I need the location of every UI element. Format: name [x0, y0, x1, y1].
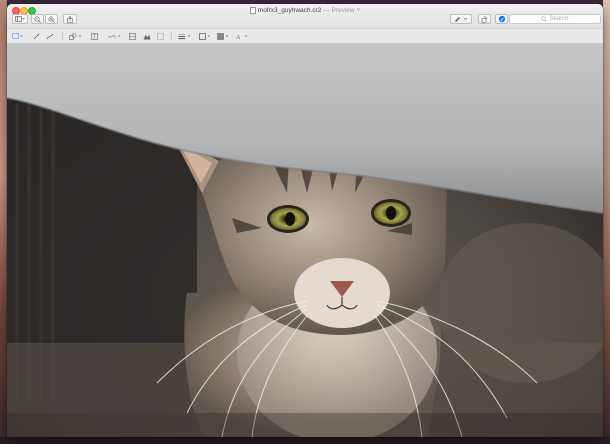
- image-viewer[interactable]: [7, 43, 603, 437]
- search-input[interactable]: Search: [509, 14, 601, 24]
- shape-style-tool[interactable]: [176, 31, 194, 41]
- preview-window: mofrx3_guyhwach.cr2 — Preview ˅ Search T…: [7, 4, 603, 437]
- signature-icon: [108, 34, 121, 38]
- sidebar-icon: [15, 16, 25, 22]
- shapes-tool[interactable]: [67, 31, 85, 41]
- svg-text:A: A: [236, 34, 240, 40]
- sidebar-toggle-button[interactable]: [12, 14, 28, 24]
- rotate-icon: [481, 15, 488, 23]
- window-title-app: — Preview ˅: [323, 7, 361, 15]
- adjust-size-tool[interactable]: [127, 31, 137, 41]
- search-placeholder: Search: [549, 16, 569, 22]
- instant-alpha-tool[interactable]: [31, 31, 41, 41]
- border-color-tool[interactable]: [197, 31, 213, 41]
- pen-icon: [455, 17, 468, 22]
- markup-toolbox-icon: [498, 15, 505, 23]
- document-icon: [249, 7, 256, 14]
- toolbar-divider: [171, 32, 172, 40]
- sign-tool[interactable]: [106, 31, 124, 41]
- rect-selection-icon: [12, 32, 23, 39]
- desktop-background-right: [603, 0, 610, 444]
- zoom-in-button[interactable]: [45, 14, 58, 24]
- adjust-color-tool[interactable]: [141, 31, 153, 41]
- share-icon: [67, 15, 73, 23]
- rect-selection-tool[interactable]: [11, 31, 25, 41]
- adjust-color-icon: [143, 34, 151, 39]
- search-icon: [541, 16, 548, 22]
- text-style-icon: A: [236, 34, 247, 40]
- markup-toolbar: T A: [7, 28, 603, 44]
- zoom-out-button[interactable]: [31, 14, 44, 24]
- title-bar[interactable]: mofrx3_guyhwach.cr2 — Preview ˅ Search: [7, 4, 603, 28]
- svg-text:T: T: [93, 34, 96, 40]
- zoom-out-icon: [34, 15, 41, 23]
- window-title-filename: mofrx3_guyhwach.cr2: [257, 7, 322, 15]
- desktop-background-left: [0, 0, 7, 444]
- line-style-icon: [178, 33, 191, 39]
- sketch-tool[interactable]: [44, 31, 56, 41]
- share-button[interactable]: [63, 14, 77, 24]
- adjust-size-icon: [128, 32, 136, 40]
- text-style-tool[interactable]: A: [234, 31, 250, 41]
- shapes-icon: [69, 32, 82, 40]
- fill-color-icon: [216, 32, 228, 40]
- border-color-icon: [198, 32, 210, 40]
- text-box-icon: T: [90, 32, 98, 40]
- sketch-icon: [46, 33, 54, 39]
- toolbar-divider: [62, 32, 63, 40]
- crop-icon: [156, 32, 164, 40]
- markup-pen-button[interactable]: [450, 14, 472, 24]
- cat-photo: [7, 43, 603, 437]
- zoom-in-icon: [48, 15, 55, 23]
- crop-tool[interactable]: [155, 31, 165, 41]
- markup-toolbar-button[interactable]: [495, 14, 508, 24]
- desktop-background-bottom: [0, 437, 610, 444]
- magic-wand-icon: [33, 33, 39, 39]
- rotate-button[interactable]: [478, 14, 491, 24]
- text-tool[interactable]: T: [89, 31, 99, 41]
- fill-color-tool[interactable]: [215, 31, 231, 41]
